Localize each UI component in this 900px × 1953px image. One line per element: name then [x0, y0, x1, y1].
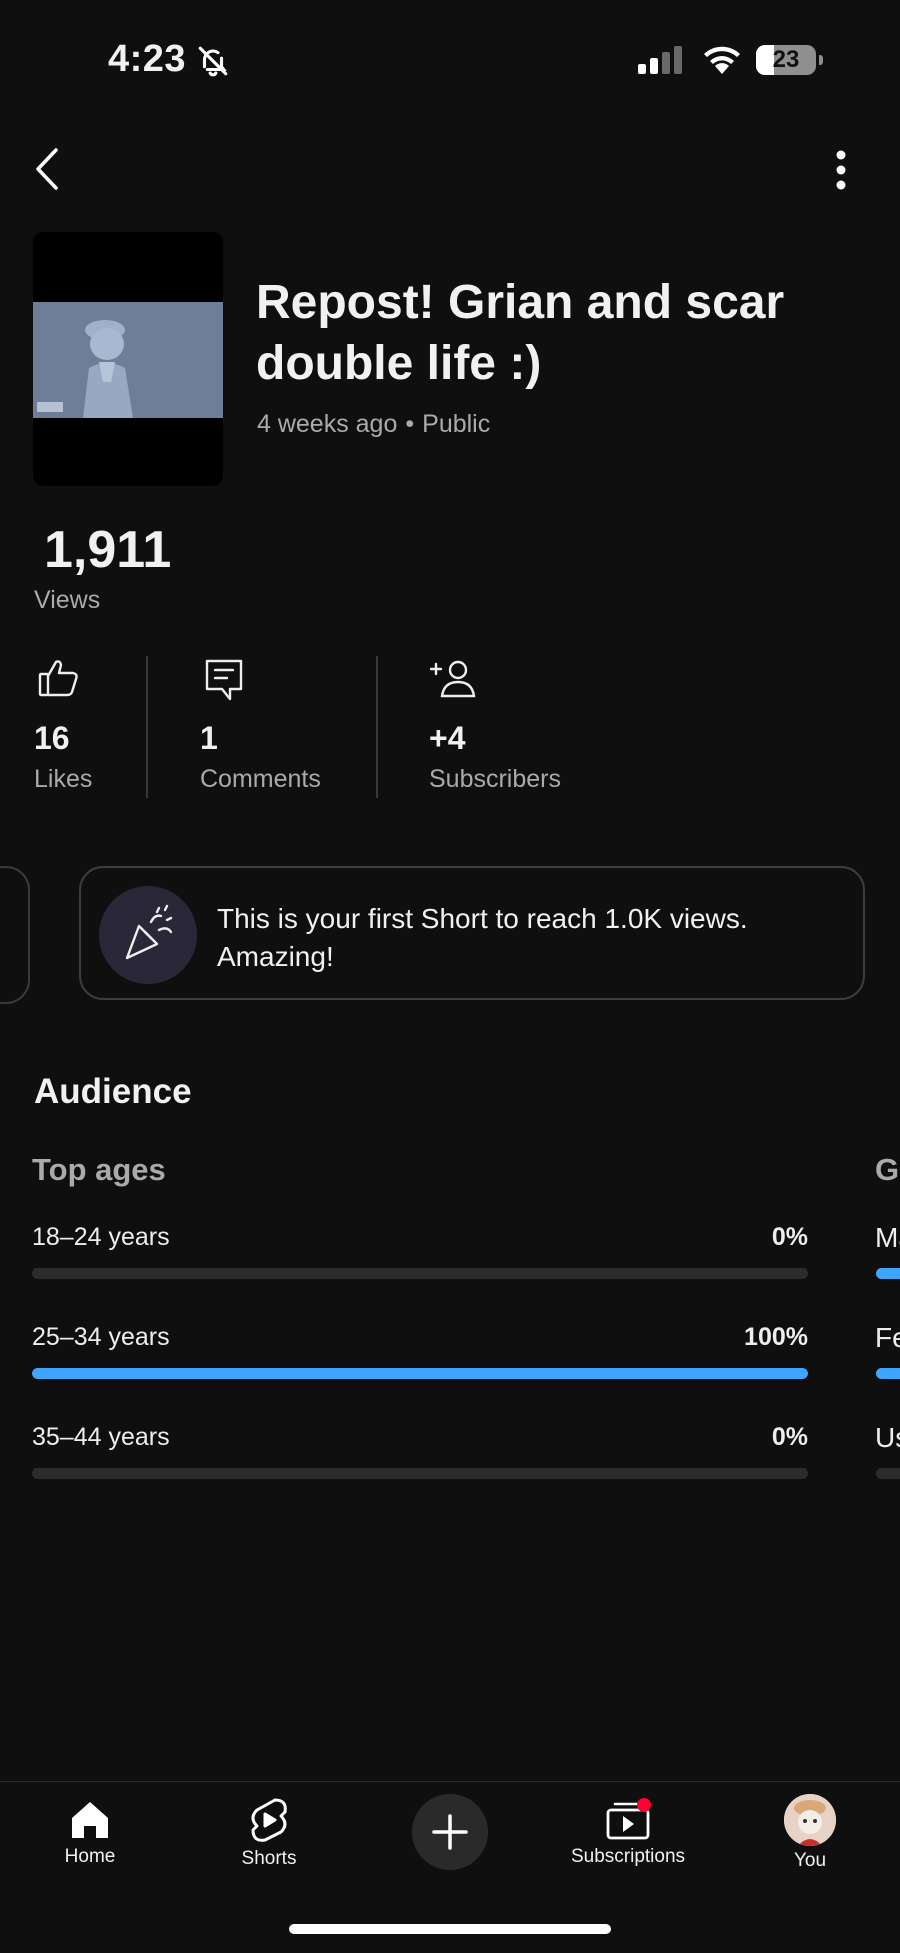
nav-you[interactable]: You [760, 1794, 860, 1872]
likes-count: 16 [34, 720, 70, 756]
avatar [784, 1794, 836, 1846]
shorts-icon [251, 1798, 287, 1842]
video-age: 4 weeks ago [257, 410, 398, 438]
age-row-label: 35–44 years [32, 1423, 170, 1451]
age-row-label: 18–24 years [32, 1223, 170, 1251]
nav-home[interactable]: Home [40, 1798, 140, 1868]
nav-subscriptions[interactable]: Subscriptions [558, 1798, 698, 1868]
stats-divider [376, 656, 378, 798]
gender-title-peek: G [875, 1152, 900, 1187]
party-popper-icon [99, 886, 197, 984]
age-row-bar [32, 1468, 808, 1479]
meta-separator: • [405, 410, 415, 438]
stats-divider [146, 656, 148, 798]
nav-shorts[interactable]: Shorts [219, 1796, 319, 1870]
create-button[interactable] [412, 1794, 488, 1870]
views-label: Views [34, 586, 101, 614]
video-visibility: Public [422, 410, 491, 438]
age-row-bar [32, 1268, 808, 1279]
nav-you-label: You [793, 1850, 827, 1871]
top-ages-title: Top ages [32, 1152, 166, 1187]
subscribers-count: +4 [429, 720, 466, 756]
views-count: 1,911 [44, 521, 172, 579]
milestone-card[interactable]: This is your first Short to reach 1.0K v… [79, 866, 865, 1000]
wifi-icon [702, 44, 742, 76]
likes-label: Likes [34, 765, 93, 793]
video-meta: 4 weeks ago • Public [257, 410, 490, 439]
home-indicator [289, 1924, 611, 1934]
notification-dot [637, 1798, 651, 1812]
comments-count: 1 [200, 720, 218, 756]
back-button[interactable] [32, 146, 62, 192]
video-thumbnail[interactable] [33, 232, 223, 486]
age-row-label: 25–34 years [32, 1323, 170, 1351]
signal-icon [638, 46, 686, 74]
age-row-percent: 0% [771, 1223, 808, 1251]
previous-milestone-card[interactable] [0, 866, 30, 1004]
age-row-percent: 100% [744, 1323, 808, 1351]
milestone-text: This is your first Short to reach 1.0K v… [217, 903, 748, 972]
subscribers-label: Subscribers [429, 765, 561, 793]
bell-muted-icon [196, 44, 230, 78]
gender-row-peek: Fe [875, 1322, 900, 1353]
comment-icon [204, 658, 244, 702]
nav-subscriptions-label: Subscriptions [570, 1846, 686, 1867]
gender-bar-peek [876, 1468, 900, 1479]
battery-level: 23 [772, 46, 800, 73]
age-row-bar [32, 1368, 808, 1379]
thumbnail-illustration [33, 302, 223, 418]
gender-bar-peek [876, 1368, 900, 1379]
thumbnail-frame [33, 302, 223, 418]
age-bar-fill [32, 1368, 808, 1379]
gender-row-peek: Us [875, 1422, 900, 1453]
gender-row-peek: Ma [875, 1222, 900, 1253]
audience-title: Audience [34, 1072, 192, 1111]
nav-home-label: Home [64, 1846, 116, 1867]
subscriptions-icon [606, 1798, 651, 1840]
comments-label: Comments [200, 765, 321, 793]
more-options-icon[interactable] [832, 150, 850, 190]
thumbs-up-icon [38, 658, 80, 698]
video-title: Repost! Grian and scar double life :) [256, 276, 785, 390]
plus-icon [432, 1814, 468, 1850]
home-icon [72, 1802, 108, 1838]
gender-bar-peek [876, 1268, 900, 1279]
age-row-percent: 0% [771, 1423, 808, 1451]
nav-shorts-label: Shorts [241, 1848, 297, 1869]
status-time: 4:23 [108, 38, 187, 80]
add-person-icon [430, 658, 478, 698]
